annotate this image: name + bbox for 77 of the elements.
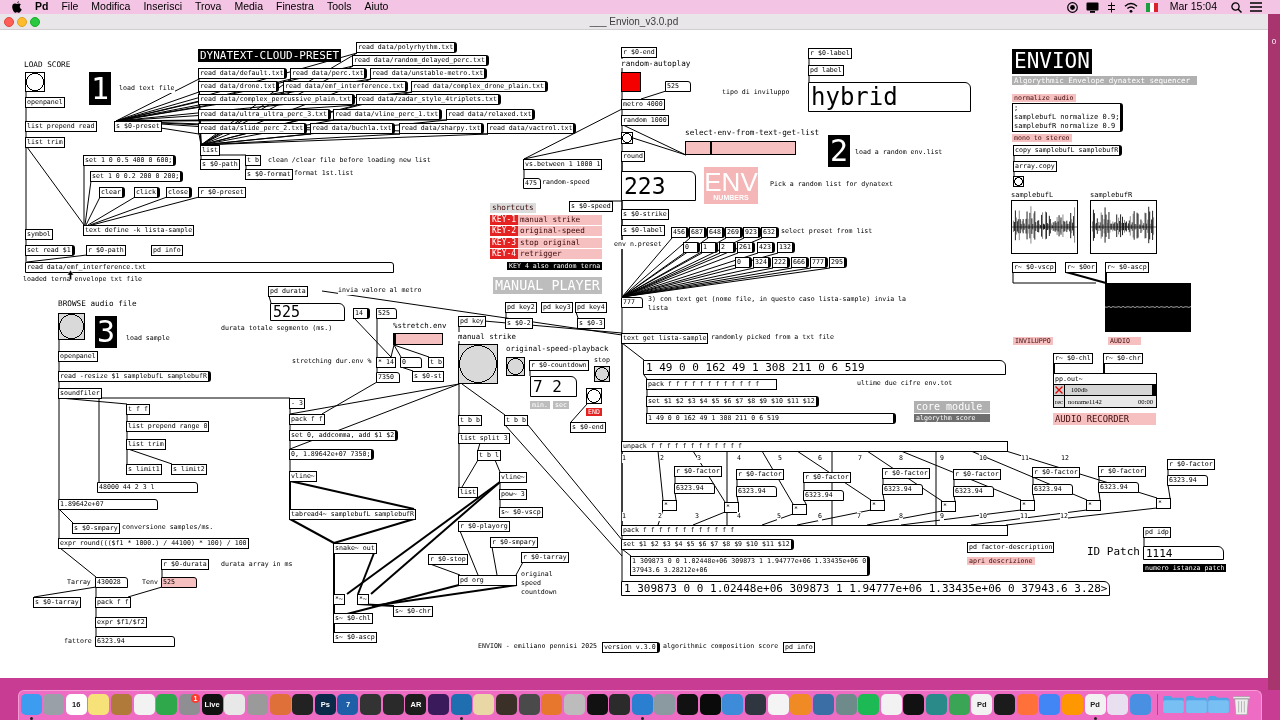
canvas-label: ENVION	[1012, 49, 1092, 74]
symbol-box[interactable]: hybrid	[808, 82, 971, 112]
bang-button[interactable]	[25, 72, 45, 92]
slider-thumb[interactable]	[709, 142, 712, 154]
zoom-button[interactable]	[30, 16, 40, 27]
close-button[interactable]	[4, 16, 14, 27]
slider-thumb[interactable]	[1152, 385, 1156, 395]
menu-item[interactable]: Media	[234, 0, 264, 15]
bang-button[interactable]	[621, 132, 633, 144]
menu-item[interactable]: Tools	[326, 0, 352, 15]
app-icon[interactable]	[677, 694, 699, 715]
menu-item[interactable]: Modifica	[91, 0, 131, 15]
app-icon[interactable]	[903, 694, 925, 715]
canvas-label: core module	[914, 401, 990, 413]
env-heading: ENV	[704, 169, 758, 194]
canvas-label: 2	[828, 135, 851, 167]
bang-button[interactable]	[58, 313, 85, 340]
menu-item[interactable]: Finestra	[276, 0, 314, 15]
menu-item[interactable]: Trova	[194, 0, 222, 15]
wifi-icon[interactable]	[1123, 1, 1138, 13]
app-icon[interactable]	[360, 694, 382, 715]
app-menu[interactable]: Pd	[35, 0, 49, 15]
screen-record-icon[interactable]	[1066, 1, 1078, 13]
bang-button[interactable]	[594, 366, 610, 382]
canvas-label: KEY-2	[490, 226, 519, 236]
list-box[interactable]: 1 309873 0 0 1.02448e+06 309873 1 1.94777e+06 1.33435e+06 0 37943.6 3.28>	[621, 581, 1111, 596]
slider-track[interactable]	[393, 333, 443, 345]
bang-button[interactable]	[506, 357, 525, 376]
app-icon[interactable]	[994, 694, 1016, 715]
menu-item[interactable]: Inserisci	[143, 0, 182, 15]
list-box[interactable]: 1 49 0 0 162 49 1 308 211 0 6 519	[643, 360, 1006, 375]
app-icon[interactable]	[586, 694, 608, 715]
app-icon[interactable]	[495, 694, 517, 715]
app-icon[interactable]	[382, 694, 404, 715]
clock-text[interactable]: Mar 15:04	[1169, 0, 1217, 15]
canvas-label: DYNATEXT-CLOUD-PRESET	[198, 49, 342, 62]
canvas-label: MANUAL PLAYER	[493, 277, 602, 294]
app-icon[interactable]	[428, 694, 450, 715]
trash-icon[interactable]	[1233, 694, 1251, 715]
menu-item[interactable]: File	[61, 0, 79, 15]
waveform-graph	[1011, 200, 1078, 254]
canvas-label: KEY-1	[490, 215, 519, 225]
canvas-label: 1	[89, 72, 112, 105]
control-center-icon[interactable]	[1250, 2, 1262, 12]
app-icon[interactable]	[745, 694, 766, 715]
flag-icon[interactable]	[1145, 2, 1158, 12]
toggle-button[interactable]	[621, 72, 641, 92]
background-text: 0	[1271, 38, 1277, 46]
bang-button[interactable]	[458, 344, 498, 384]
apple-logo-icon[interactable]	[12, 1, 22, 13]
folder-icon[interactable]	[1208, 696, 1230, 713]
display-icon[interactable]	[1085, 1, 1099, 13]
comment-text: ID Patch	[1087, 546, 1140, 557]
minimize-button[interactable]	[17, 16, 27, 27]
menu-item[interactable]: Aiuto	[364, 0, 389, 15]
toggle-button[interactable]	[1054, 385, 1065, 395]
canvas-label: KEY-3	[490, 238, 519, 248]
canvas-label: KEY-4	[490, 249, 519, 259]
list-box[interactable]: 7 2	[530, 376, 577, 397]
bang-button[interactable]	[1013, 176, 1024, 187]
number-box[interactable]: 1114	[1143, 546, 1224, 560]
app-icon[interactable]	[292, 694, 314, 715]
menu-extra-icon[interactable]	[1106, 1, 1116, 13]
search-icon[interactable]	[1231, 1, 1242, 13]
number-box[interactable]: 525	[270, 303, 345, 321]
number-box[interactable]: 223	[621, 171, 696, 201]
app-icon[interactable]	[609, 694, 631, 715]
window-title: ___ Envion_v3.0.pd	[589, 16, 679, 27]
folder-icon[interactable]	[1163, 696, 1185, 713]
app-icon[interactable]	[699, 694, 721, 715]
waveform-graph	[1090, 200, 1157, 254]
bang-button[interactable]	[586, 388, 602, 404]
app-icon[interactable]	[518, 694, 540, 715]
canvas-label: AUDIO RECORDER	[1053, 413, 1156, 425]
folder-icon[interactable]	[1185, 696, 1207, 713]
canvas-label: 3	[95, 316, 118, 348]
slider-track[interactable]	[685, 141, 796, 155]
